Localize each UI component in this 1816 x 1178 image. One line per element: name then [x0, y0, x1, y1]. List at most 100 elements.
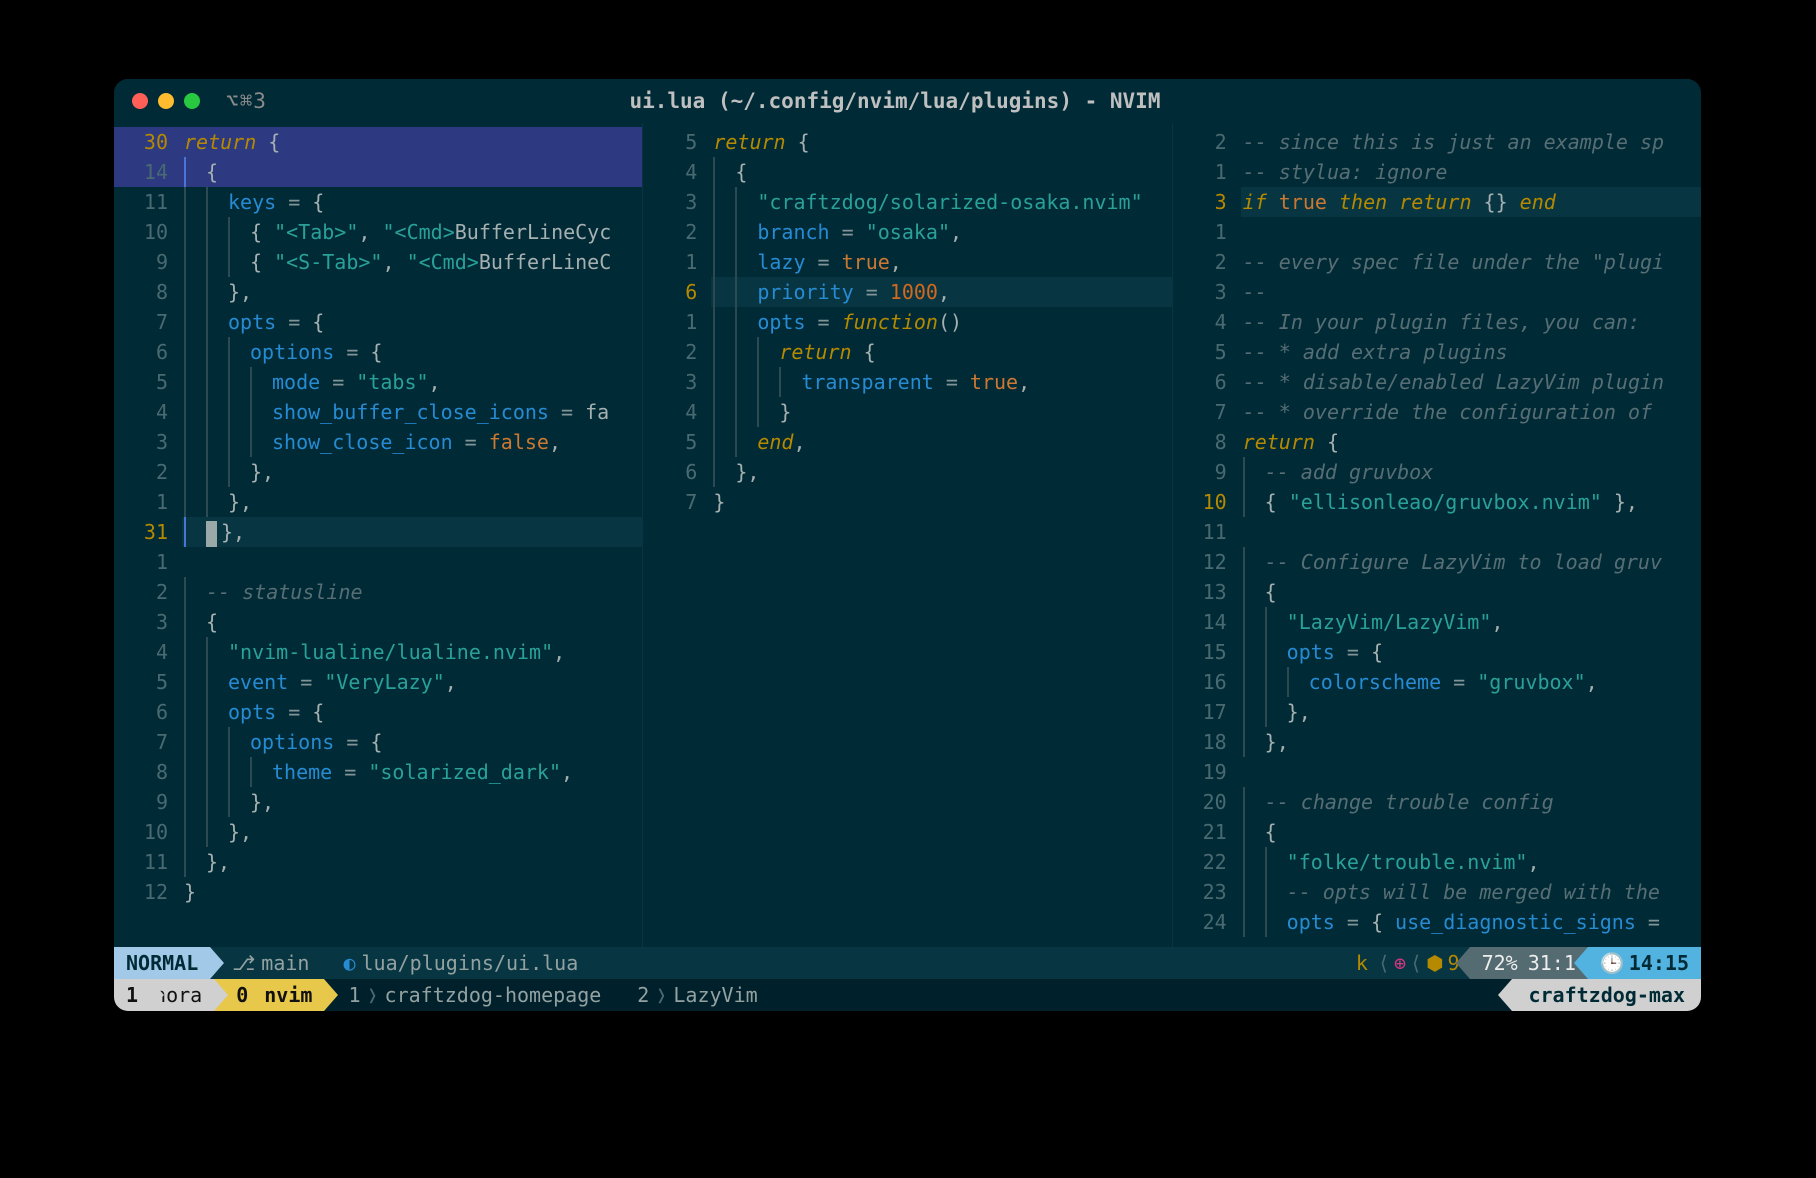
- code-line[interactable]: 31},: [114, 517, 642, 547]
- copilot-icon: ⊕: [1394, 951, 1406, 975]
- code-line[interactable]: 7}: [643, 487, 1171, 517]
- code-line[interactable]: 9},: [114, 787, 642, 817]
- code-content: return {: [1241, 427, 1701, 457]
- line-number: 5: [1173, 337, 1241, 367]
- code-content: [1241, 757, 1701, 787]
- code-line[interactable]: 6},: [643, 457, 1171, 487]
- code-content: {: [182, 157, 642, 187]
- code-line[interactable]: 17},: [1173, 697, 1701, 727]
- code-line[interactable]: 2return {: [643, 337, 1171, 367]
- code-line[interactable]: 4-- In your plugin files, you can:: [1173, 307, 1701, 337]
- line-number: 4: [643, 397, 711, 427]
- code-line[interactable]: 6-- * disable/enabled LazyVim plugin: [1173, 367, 1701, 397]
- code-line[interactable]: 11: [1173, 517, 1701, 547]
- code-line[interactable]: 1: [1173, 217, 1701, 247]
- line-number: 4: [643, 157, 711, 187]
- tmux-line: 1 nora 0 nvim 1 ❭ craftzdog-homepage 2 ❭…: [114, 979, 1701, 1011]
- line-number: 1: [1173, 217, 1241, 247]
- code-content: show_buffer_close_icons = fa: [182, 397, 642, 427]
- code-line[interactable]: 10{ "<Tab>", "<Cmd>BufferLineCyc: [114, 217, 642, 247]
- code-line[interactable]: 1lazy = true,: [643, 247, 1171, 277]
- code-line[interactable]: 4{: [643, 157, 1171, 187]
- code-line[interactable]: 2},: [114, 457, 642, 487]
- pane-1[interactable]: 30return {14{11keys = {10{ "<Tab>", "<Cm…: [114, 123, 643, 947]
- code-line[interactable]: 5-- * add extra plugins: [1173, 337, 1701, 367]
- code-line[interactable]: 19: [1173, 757, 1701, 787]
- pane-3[interactable]: 2-- since this is just an example sp1-- …: [1173, 123, 1701, 947]
- tmux-window-2[interactable]: 2 ❭ LazyVim: [613, 979, 769, 1011]
- code-content: opts = { use_diagnostic_signs =: [1241, 907, 1701, 937]
- cursor-position: 31:1: [1518, 951, 1576, 975]
- code-line[interactable]: 5mode = "tabs",: [114, 367, 642, 397]
- code-line[interactable]: 16colorscheme = "gruvbox",: [1173, 667, 1701, 697]
- code-content: [182, 547, 642, 577]
- code-line[interactable]: 4show_buffer_close_icons = fa: [114, 397, 642, 427]
- code-line[interactable]: 10{ "ellisonleao/gruvbox.nvim" },: [1173, 487, 1701, 517]
- code-line[interactable]: 12-- Configure LazyVim to load gruv: [1173, 547, 1701, 577]
- code-line[interactable]: 23-- opts will be merged with the: [1173, 877, 1701, 907]
- code-line[interactable]: 14"LazyVim/LazyVim",: [1173, 607, 1701, 637]
- code-line[interactable]: 21{: [1173, 817, 1701, 847]
- code-line[interactable]: 7-- * override the configuration of: [1173, 397, 1701, 427]
- code-line[interactable]: 10},: [114, 817, 642, 847]
- code-line[interactable]: 8theme = "solarized_dark",: [114, 757, 642, 787]
- code-line[interactable]: 4"nvim-lualine/lualine.nvim",: [114, 637, 642, 667]
- code-line[interactable]: 5return {: [643, 127, 1171, 157]
- line-number: 8: [114, 277, 182, 307]
- code-line[interactable]: 5event = "VeryLazy",: [114, 667, 642, 697]
- code-line[interactable]: 1},: [114, 487, 642, 517]
- code-line[interactable]: 11},: [114, 847, 642, 877]
- code-line[interactable]: 13{: [1173, 577, 1701, 607]
- code-line[interactable]: 4}: [643, 397, 1171, 427]
- code-line[interactable]: 30return {: [114, 127, 642, 157]
- code-line[interactable]: 1opts = function(): [643, 307, 1171, 337]
- tmux-window-1[interactable]: 1 ❭ craftzdog-homepage: [324, 979, 613, 1011]
- code-line[interactable]: 8return {: [1173, 427, 1701, 457]
- code-line[interactable]: 6opts = {: [114, 697, 642, 727]
- line-number: 22: [1173, 847, 1241, 877]
- line-number: 9: [114, 787, 182, 817]
- code-line[interactable]: 2-- since this is just an example sp: [1173, 127, 1701, 157]
- tmux-session-index[interactable]: 1: [114, 979, 150, 1011]
- code-line[interactable]: 18},: [1173, 727, 1701, 757]
- line-number: 8: [1173, 427, 1241, 457]
- code-line[interactable]: 3{: [114, 607, 642, 637]
- code-line[interactable]: 14{: [114, 157, 642, 187]
- code-line[interactable]: 9-- add gruvbox: [1173, 457, 1701, 487]
- code-line[interactable]: 3transparent = true,: [643, 367, 1171, 397]
- code-line[interactable]: 2-- every spec file under the "plugi: [1173, 247, 1701, 277]
- tmux-window-name-active[interactable]: nvim: [260, 979, 324, 1011]
- code-line[interactable]: 24opts = { use_diagnostic_signs =: [1173, 907, 1701, 937]
- code-line[interactable]: 3--: [1173, 277, 1701, 307]
- line-number: 3: [114, 427, 182, 457]
- code-content: },: [182, 277, 642, 307]
- code-line[interactable]: 11keys = {: [114, 187, 642, 217]
- line-number: 4: [114, 637, 182, 667]
- code-content: return {: [711, 127, 1171, 157]
- code-line[interactable]: 22"folke/trouble.nvim",: [1173, 847, 1701, 877]
- code-line[interactable]: 1: [114, 547, 642, 577]
- code-line[interactable]: 12}: [114, 877, 642, 907]
- code-line[interactable]: 2-- statusline: [114, 577, 642, 607]
- code-line[interactable]: 15opts = {: [1173, 637, 1701, 667]
- code-line[interactable]: 1-- stylua: ignore: [1173, 157, 1701, 187]
- pane-2[interactable]: 5return {4{3"craftzdog/solarized-osaka.n…: [643, 123, 1172, 947]
- code-line[interactable]: 3"craftzdog/solarized-osaka.nvim": [643, 187, 1171, 217]
- line-number: 24: [1173, 907, 1241, 937]
- editor-area[interactable]: 30return {14{11keys = {10{ "<Tab>", "<Cm…: [114, 123, 1701, 947]
- code-content: {: [1241, 577, 1701, 607]
- code-line[interactable]: 20-- change trouble config: [1173, 787, 1701, 817]
- code-content: {: [711, 157, 1171, 187]
- code-line[interactable]: 8},: [114, 277, 642, 307]
- code-line[interactable]: 5end,: [643, 427, 1171, 457]
- line-number: 1: [643, 307, 711, 337]
- code-line[interactable]: 3show_close_icon = false,: [114, 427, 642, 457]
- code-line[interactable]: 3if true then return {} end: [1173, 187, 1701, 217]
- code-line[interactable]: 6priority = 1000,: [643, 277, 1171, 307]
- code-line[interactable]: 9{ "<S-Tab>", "<Cmd>BufferLineC: [114, 247, 642, 277]
- line-number: 12: [1173, 547, 1241, 577]
- code-line[interactable]: 6options = {: [114, 337, 642, 367]
- code-line[interactable]: 7opts = {: [114, 307, 642, 337]
- code-line[interactable]: 7options = {: [114, 727, 642, 757]
- code-line[interactable]: 2branch = "osaka",: [643, 217, 1171, 247]
